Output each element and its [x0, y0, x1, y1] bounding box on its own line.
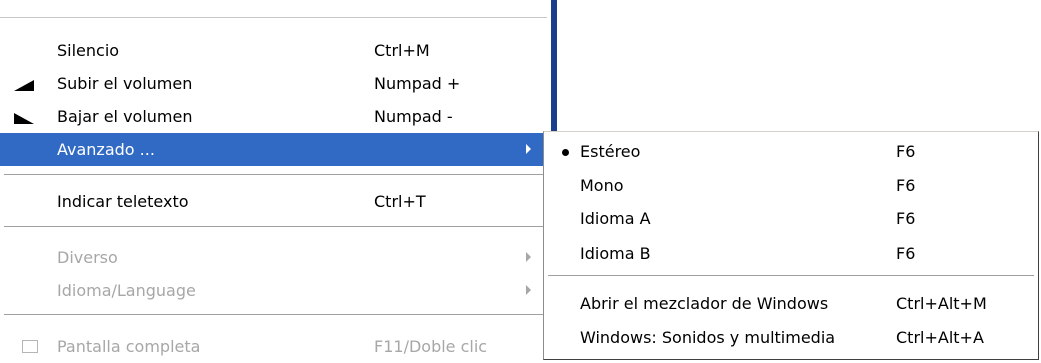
menu-item-label: Idioma/Language [57, 281, 196, 300]
checkbox-icon [22, 340, 38, 353]
volume-up-icon [14, 80, 34, 91]
submenu-item-shortcut: F6 [896, 244, 916, 263]
menu-separator [4, 314, 543, 318]
submenu-item-idioma-b[interactable]: Idioma B F6 [544, 237, 1038, 270]
menu-item-label: Indicar teletexto [57, 192, 189, 211]
menu-item-avanzado[interactable]: Avanzado ... [0, 133, 547, 166]
menu-item-shortcut: Numpad + [374, 74, 461, 93]
menu-separator [4, 174, 543, 178]
menu-item-pantalla-completa: Pantalla completa F11/Doble clic [0, 330, 547, 363]
context-menu: Silencio Ctrl+M Subir el volumen Numpad … [0, 0, 547, 362]
submenu-item-shortcut: Ctrl+Alt+M [896, 294, 987, 313]
menu-item-shortcut: Ctrl+T [374, 192, 426, 211]
submenu-item-shortcut: F6 [896, 142, 916, 161]
menu-item-label: Subir el volumen [57, 74, 193, 93]
menu-item-subir-volumen[interactable]: Subir el volumen Numpad + [0, 67, 547, 100]
submenu-item-mono[interactable]: Mono F6 [544, 169, 1038, 202]
menu-item-bajar-volumen[interactable]: Bajar el volumen Numpad - [0, 100, 547, 133]
menu-item-label: Bajar el volumen [57, 107, 193, 126]
menu-item-idioma-language: Idioma/Language [0, 274, 547, 307]
submenu-item-shortcut: F6 [896, 176, 916, 195]
menu-separator [4, 226, 543, 230]
submenu-item-idioma-a[interactable]: Idioma A F6 [544, 202, 1038, 235]
volume-down-icon [14, 113, 34, 124]
radio-bullet-icon [562, 149, 569, 156]
submenu-arrow-icon [526, 285, 531, 295]
menu-item-label: Avanzado ... [57, 140, 155, 159]
menu-item-indicar-teletexto[interactable]: Indicar teletexto Ctrl+T [0, 185, 547, 218]
submenu-item-label: Abrir el mezclador de Windows [580, 294, 829, 313]
submenu-arrow-icon [526, 252, 531, 262]
menu-item-label: Diverso [57, 248, 118, 267]
submenu-item-label: Windows: Sonidos y multimedia [580, 328, 836, 347]
menu-item-label: Pantalla completa [57, 337, 201, 356]
submenu-item-shortcut: F6 [896, 209, 916, 228]
submenu-item-sonidos-multimedia[interactable]: Windows: Sonidos y multimedia Ctrl+Alt+A [544, 321, 1038, 354]
avanzado-submenu: Estéreo F6 Mono F6 Idioma A F6 Idioma B … [543, 131, 1039, 360]
menu-item-shortcut: Numpad - [374, 107, 453, 126]
submenu-item-shortcut: Ctrl+Alt+A [896, 328, 984, 347]
menu-divider [0, 17, 547, 18]
menu-item-silencio[interactable]: Silencio Ctrl+M [0, 34, 547, 67]
submenu-item-label: Estéreo [580, 142, 641, 161]
menu-item-shortcut: F11/Doble clic [374, 337, 488, 356]
submenu-item-label: Idioma B [580, 244, 651, 263]
submenu-separator [548, 275, 1034, 279]
menu-item-shortcut: Ctrl+M [374, 41, 430, 60]
submenu-arrow-icon [526, 144, 531, 154]
submenu-item-abrir-mezclador[interactable]: Abrir el mezclador de Windows Ctrl+Alt+M [544, 287, 1038, 320]
menu-item-diverso: Diverso [0, 241, 547, 274]
submenu-item-label: Idioma A [580, 209, 651, 228]
submenu-item-label: Mono [580, 176, 624, 195]
menu-item-label: Silencio [57, 41, 120, 60]
submenu-item-estereo[interactable]: Estéreo F6 [544, 135, 1038, 168]
menu-edge [551, 0, 557, 140]
